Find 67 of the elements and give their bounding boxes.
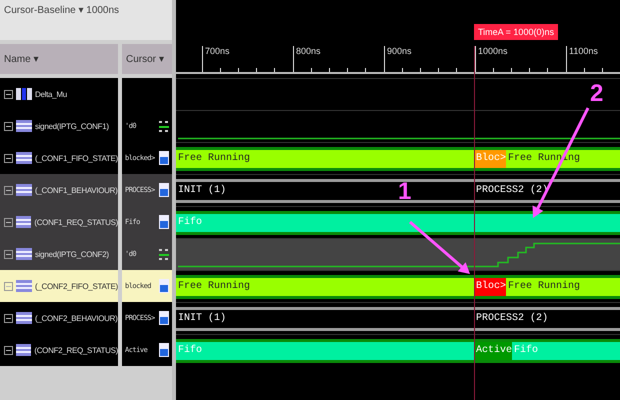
signal-icon: [16, 248, 32, 260]
signal-name: (_CONF1_BEHAVIOUR): [35, 186, 118, 194]
group-icon: [16, 88, 32, 100]
bus-segment: Free Running: [176, 274, 474, 298]
bus-segment: Fifo: [176, 210, 620, 234]
bus-segment: PROCESS2 (2): [474, 306, 620, 330]
bus-segment: Fifo: [512, 338, 620, 362]
annotation-number: 2: [590, 82, 604, 106]
signal-name: (_CONF1_FIFO_STATE): [35, 154, 118, 162]
bus-icon: [159, 279, 169, 293]
signal-row[interactable]: signed(IPTG_CONF2): [0, 238, 118, 270]
signal-name: (CONF2_REQ_STATUS): [34, 346, 118, 354]
splitter-handle[interactable]: [172, 0, 176, 400]
signal-icon: [16, 216, 32, 228]
signal-icon: [16, 344, 32, 356]
bus-icon: [159, 215, 169, 229]
signal-icon: [16, 312, 32, 324]
signal-icon: [16, 280, 32, 292]
bus-segment: Bloc>: [474, 146, 506, 170]
bus-icon: [159, 151, 169, 165]
bus-segment: Active: [474, 338, 512, 362]
bus-segment: Fifo: [176, 338, 474, 362]
collapse-icon[interactable]: [4, 186, 13, 194]
collapse-icon[interactable]: [4, 90, 13, 98]
annotation-number: 1: [398, 180, 412, 204]
bus-segment: INIT (1): [176, 306, 474, 330]
signal-name: (_CONF2_BEHAVIOUR): [35, 314, 118, 322]
column-header[interactable]: Cursor ▾: [122, 44, 172, 74]
signal-name: signed(IPTG_CONF1): [35, 122, 109, 130]
collapse-icon[interactable]: [4, 218, 13, 226]
signal-row[interactable]: Delta_Mu: [0, 78, 118, 110]
bus-segment: Free Running: [176, 146, 474, 170]
signal-row[interactable]: (CONF1_REQ_STATUS): [0, 206, 118, 238]
signal-row[interactable]: (_CONF1_FIFO_STATE): [0, 142, 118, 174]
signal-name: signed(IPTG_CONF2): [35, 250, 109, 258]
collapse-icon[interactable]: [4, 346, 13, 354]
bus-icon: [159, 343, 169, 357]
signal-icon: [16, 152, 32, 164]
analog-icon: [159, 248, 169, 260]
bus-segment: Free Running: [506, 274, 620, 298]
bus-icon: [159, 311, 169, 325]
collapse-icon[interactable]: [4, 122, 13, 130]
collapse-icon[interactable]: [4, 154, 13, 162]
signal-row[interactable]: signed(IPTG_CONF1): [0, 110, 118, 142]
time-tick-label: 1000ns: [478, 46, 508, 56]
signal-row[interactable]: (_CONF2_BEHAVIOUR): [0, 302, 118, 334]
signal-row[interactable]: (_CONF1_BEHAVIOUR): [0, 174, 118, 206]
signal-row[interactable]: (CONF2_REQ_STATUS): [0, 334, 118, 366]
time-tick-label: 1100ns: [569, 46, 598, 56]
signal-name: Delta_Mu: [35, 90, 67, 98]
signal-name: (_CONF2_FIFO_STATE): [35, 282, 118, 290]
bus-segment: Bloc>: [474, 274, 506, 298]
signal-name: (CONF1_REQ_STATUS): [34, 218, 118, 226]
bus-icon: [159, 183, 169, 197]
time-tick-label: 700ns: [205, 46, 230, 56]
annotation-arrow: [409, 220, 470, 274]
signal-icon: [16, 184, 32, 196]
signal-row[interactable]: (_CONF2_FIFO_STATE): [0, 270, 118, 302]
cursor-time-label[interactable]: TimeA = 1000(0)ns: [474, 24, 558, 40]
baseline-label: Cursor-Baseline ▾ 1000ns: [4, 5, 120, 16]
collapse-icon[interactable]: [4, 314, 13, 322]
time-tick-label: 800ns: [296, 46, 321, 56]
signal-icon: [16, 120, 32, 132]
column-header[interactable]: Name ▾: [0, 44, 118, 74]
collapse-icon[interactable]: [4, 250, 13, 258]
time-tick-label: 900ns: [387, 46, 412, 56]
analog-icon: [159, 120, 169, 132]
